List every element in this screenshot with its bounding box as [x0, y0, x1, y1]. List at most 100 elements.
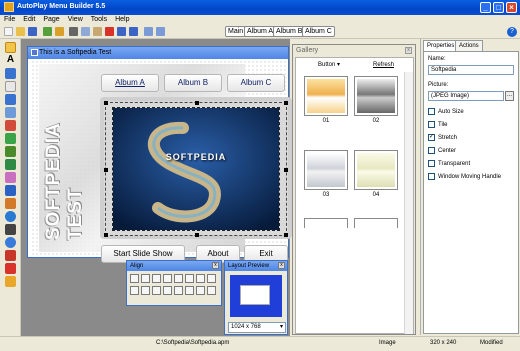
menu-edit[interactable]: Edit — [19, 15, 39, 23]
paste-icon[interactable] — [93, 27, 102, 36]
record-tool-icon[interactable] — [5, 263, 16, 274]
delete-icon[interactable] — [105, 27, 114, 36]
gallery-thumb-04[interactable] — [354, 150, 398, 190]
same-size-icon[interactable] — [196, 286, 205, 295]
gallery-thumb-02[interactable] — [354, 76, 398, 116]
video-tool-icon[interactable] — [5, 185, 16, 196]
align-close-icon[interactable]: x — [212, 262, 219, 269]
play-icon[interactable] — [43, 27, 52, 36]
tab-main[interactable]: Main — [225, 26, 247, 37]
align-right-icon[interactable] — [152, 274, 161, 283]
gallery-refresh[interactable]: Refresh — [373, 59, 394, 71]
tab-album-a[interactable]: Album A — [244, 26, 277, 37]
pdf-tool-icon[interactable] — [5, 250, 16, 261]
preview-window[interactable] — [240, 285, 270, 305]
resize-handle[interactable] — [195, 101, 199, 105]
center-horizontal-icon[interactable] — [152, 286, 161, 295]
checkbox-row[interactable]: Auto Size — [428, 108, 464, 117]
album-b-button[interactable]: Album B — [164, 74, 222, 92]
help-icon[interactable]: ? — [507, 27, 517, 37]
tab-actions[interactable]: Actions — [455, 40, 483, 51]
browser-tool-icon[interactable] — [5, 133, 16, 144]
align-panel-header[interactable]: Align x — [127, 261, 221, 271]
align-top-icon[interactable] — [163, 274, 172, 283]
resize-handle[interactable] — [284, 168, 288, 172]
undo-icon[interactable] — [117, 27, 126, 36]
gallery-thumb-01[interactable] — [304, 76, 348, 116]
menu-page[interactable]: Page — [39, 15, 63, 23]
resize-handle[interactable] — [284, 233, 288, 237]
name-field[interactable]: Softpedia — [428, 65, 514, 75]
checkbox[interactable] — [428, 147, 435, 154]
shape-tool-icon[interactable] — [5, 120, 16, 131]
bring-front-icon[interactable] — [174, 286, 183, 295]
album-a-button[interactable]: Album A — [101, 74, 159, 92]
new-icon[interactable] — [4, 27, 13, 36]
space-horizontal-icon[interactable] — [130, 286, 139, 295]
media-tool-icon[interactable] — [5, 146, 16, 157]
globe-tool-icon[interactable] — [5, 211, 16, 222]
redo-icon[interactable] — [129, 27, 138, 36]
tab-properties[interactable]: Properties — [423, 40, 459, 51]
build-icon[interactable] — [55, 27, 64, 36]
center-vertical-icon[interactable] — [163, 286, 172, 295]
checkbox[interactable] — [428, 160, 435, 167]
align-center-icon[interactable] — [141, 274, 150, 283]
menu-tools[interactable]: Tools — [87, 15, 111, 23]
menu-window[interactable]: This is a Softpedia Test SOFTPEDIA TEST … — [27, 46, 292, 263]
checkbox[interactable] — [428, 173, 435, 180]
resize-handle[interactable] — [104, 233, 108, 237]
browse-button[interactable]: ... — [505, 91, 514, 101]
gallery-thumb-03[interactable] — [304, 150, 348, 190]
menu-window-header[interactable]: This is a Softpedia Test — [28, 47, 288, 59]
same-height-icon[interactable] — [207, 274, 216, 283]
menu-view[interactable]: View — [64, 15, 87, 23]
checkbox[interactable] — [428, 108, 435, 115]
tab-album-c[interactable]: Album C — [302, 26, 335, 37]
resize-handle[interactable] — [284, 101, 288, 105]
list-tool-icon[interactable] — [5, 94, 16, 105]
open-icon[interactable] — [16, 27, 25, 36]
checkbox-row[interactable]: Tile — [428, 121, 447, 130]
copy-icon[interactable] — [81, 27, 90, 36]
preview-icon[interactable] — [156, 27, 165, 36]
menu-help[interactable]: Help — [111, 15, 133, 23]
text-tool-icon[interactable]: A — [5, 55, 16, 66]
button-tool-icon[interactable] — [5, 81, 16, 92]
textbox-tool-icon[interactable] — [5, 68, 16, 79]
menu-file[interactable]: File — [0, 15, 19, 23]
same-width-icon[interactable] — [196, 274, 205, 283]
checkbox-row[interactable]: Window Moving Handle — [428, 173, 501, 182]
resize-handle[interactable] — [195, 233, 199, 237]
gallery-type-select[interactable]: Button ▾ — [318, 59, 340, 71]
save-icon[interactable] — [28, 27, 37, 36]
tab-album-b[interactable]: Album B — [273, 26, 306, 37]
gallery-thumb-05[interactable] — [304, 218, 348, 228]
cut-icon[interactable] — [69, 27, 78, 36]
pointer-tool-icon[interactable] — [5, 42, 16, 53]
align-middle-icon[interactable] — [174, 274, 183, 283]
send-back-icon[interactable] — [185, 286, 194, 295]
checkbox-row[interactable]: ✓ Stretch — [428, 134, 457, 143]
gallery-close-icon[interactable]: x — [405, 47, 412, 54]
flash-tool-icon[interactable] — [5, 159, 16, 170]
gallery-scrollbar[interactable] — [404, 72, 413, 334]
resize-handle[interactable] — [104, 101, 108, 105]
layout-preview-header[interactable]: Layout Preview x — [225, 261, 287, 271]
space-vertical-icon[interactable] — [141, 286, 150, 295]
design-canvas[interactable]: SOFTPEDIA TEST Album A Album B Album C S… — [31, 60, 292, 263]
close-button[interactable]: × — [506, 2, 517, 13]
timer-tool-icon[interactable] — [5, 224, 16, 235]
snap-grid-icon[interactable] — [207, 286, 216, 295]
play-tool-icon[interactable] — [5, 237, 16, 248]
maximize-button[interactable]: □ — [493, 2, 504, 13]
image-tool-icon[interactable] — [5, 107, 16, 118]
gallery-thumb-06[interactable] — [354, 218, 398, 228]
resize-handle[interactable] — [104, 168, 108, 172]
align-left-icon[interactable] — [130, 274, 139, 283]
resolution-select[interactable]: 1024 x 768 ▾ — [228, 322, 286, 333]
audio-tool-icon[interactable] — [5, 198, 16, 209]
checkbox-row[interactable]: Transparent — [428, 160, 470, 169]
checkbox-row[interactable]: Center — [428, 147, 456, 156]
grid-icon[interactable] — [144, 27, 153, 36]
